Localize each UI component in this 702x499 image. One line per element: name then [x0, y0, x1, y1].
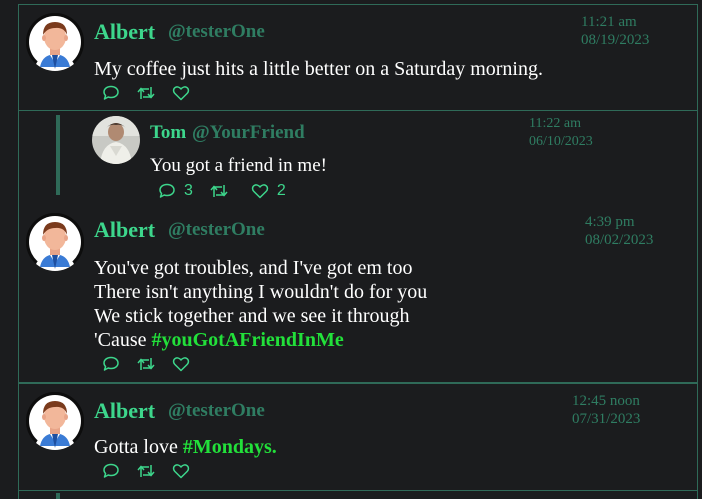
post-author-name[interactable]: Tom	[150, 122, 186, 144]
post-author-name[interactable]: Albert	[94, 19, 155, 45]
repost-button[interactable]	[209, 182, 229, 200]
reply-card[interactable]	[18, 490, 698, 499]
thread-line	[56, 115, 60, 195]
post-date: 08/02/2023	[585, 232, 654, 248]
post-text-line: Gotta love	[94, 436, 183, 458]
post-author-handle[interactable]: @testerOne	[168, 21, 265, 43]
avatar[interactable]	[26, 13, 84, 71]
like-button[interactable]	[172, 355, 190, 373]
post-text-line: You've got troubles, and I've got em too	[94, 257, 413, 279]
repost-icon	[136, 355, 156, 373]
post-card[interactable]: Albert @testerOne 12:45 noon 07/31/2023 …	[18, 383, 698, 491]
post-author-name[interactable]: Albert	[94, 398, 155, 424]
post-author-handle[interactable]: @YourFriend	[192, 122, 305, 144]
comment-icon	[102, 462, 120, 480]
post-time: 11:21 am	[581, 14, 637, 30]
repost-button[interactable]	[136, 462, 156, 480]
comment-button[interactable]	[102, 84, 120, 102]
comment-button[interactable]	[102, 462, 120, 480]
repost-icon	[209, 182, 229, 200]
cartoon-man-avatar-icon	[26, 13, 84, 71]
heart-icon	[251, 182, 269, 200]
cartoon-man-avatar-icon	[26, 392, 84, 450]
photo-avatar-icon	[92, 116, 140, 164]
post-timestamp: 11:21 am 08/19/2023	[581, 13, 649, 49]
like-button[interactable]	[172, 84, 190, 102]
like-button[interactable]: 2	[251, 182, 286, 200]
post-author-name[interactable]: Albert	[94, 217, 155, 243]
post-author-handle[interactable]: @testerOne	[168, 219, 265, 241]
post-actions	[102, 84, 206, 102]
cartoon-man-avatar-icon	[26, 213, 84, 271]
timeline-feed: Albert @testerOne 11:21 am 08/19/2023 My…	[0, 0, 702, 499]
like-count: 2	[276, 182, 286, 199]
post-time: 12:45 noon	[572, 393, 640, 409]
repost-button[interactable]	[136, 355, 156, 373]
post-actions	[102, 462, 206, 480]
post-text-line: We stick together and we see it through	[94, 305, 410, 327]
post-text-line: 'Cause	[94, 329, 152, 351]
repost-icon	[136, 84, 156, 102]
post-card[interactable]: Albert @testerOne 11:21 am 08/19/2023 My…	[18, 4, 698, 111]
hashtag-link[interactable]: #Mondays.	[183, 436, 277, 458]
post-date: 07/31/2023	[572, 411, 641, 427]
repost-icon	[136, 462, 156, 480]
avatar[interactable]	[92, 116, 140, 164]
post-text-line: My coffee just hits a little better on a…	[94, 58, 543, 80]
post-text-line: You got a friend in me!	[150, 155, 327, 176]
comment-icon	[158, 182, 176, 200]
post-actions: 3 2	[158, 182, 302, 200]
hashtag-link[interactable]: #youGotAFriendInMe	[151, 329, 343, 351]
post-body: Gotta love #Mondays.	[94, 435, 277, 459]
heart-icon	[172, 355, 190, 373]
like-button[interactable]	[172, 462, 190, 480]
post-body: You got a friend in me!	[150, 154, 327, 178]
post-body: You've got troubles, and I've got em too…	[94, 256, 427, 352]
post-timestamp: 11:22 am 06/10/2023	[529, 115, 593, 151]
heart-icon	[172, 84, 190, 102]
post-actions	[102, 355, 206, 373]
post-body: My coffee just hits a little better on a…	[94, 57, 543, 81]
post-date: 08/19/2023	[581, 32, 650, 48]
reply-card[interactable]: Tom @YourFriend 11:22 am 06/10/2023 You …	[18, 110, 698, 204]
post-date: 06/10/2023	[529, 134, 593, 149]
comment-button[interactable]	[102, 355, 120, 373]
avatar[interactable]	[26, 213, 84, 271]
heart-icon	[172, 462, 190, 480]
post-time: 11:22 am	[529, 116, 581, 131]
comment-icon	[102, 84, 120, 102]
post-text-line: There isn't anything I wouldn't do for y…	[94, 281, 428, 303]
post-timestamp: 12:45 noon 07/31/2023	[572, 392, 640, 428]
comment-icon	[102, 355, 120, 373]
avatar[interactable]	[26, 392, 84, 450]
comment-count: 3	[184, 182, 193, 199]
post-timestamp: 4:39 pm 08/02/2023	[585, 213, 653, 249]
comment-button[interactable]: 3	[158, 182, 193, 200]
repost-button[interactable]	[136, 84, 156, 102]
post-card[interactable]: Albert @testerOne 4:39 pm 08/02/2023 You…	[18, 203, 698, 383]
post-author-handle[interactable]: @testerOne	[168, 400, 265, 422]
thread-line	[56, 493, 60, 499]
post-time: 4:39 pm	[585, 214, 635, 230]
